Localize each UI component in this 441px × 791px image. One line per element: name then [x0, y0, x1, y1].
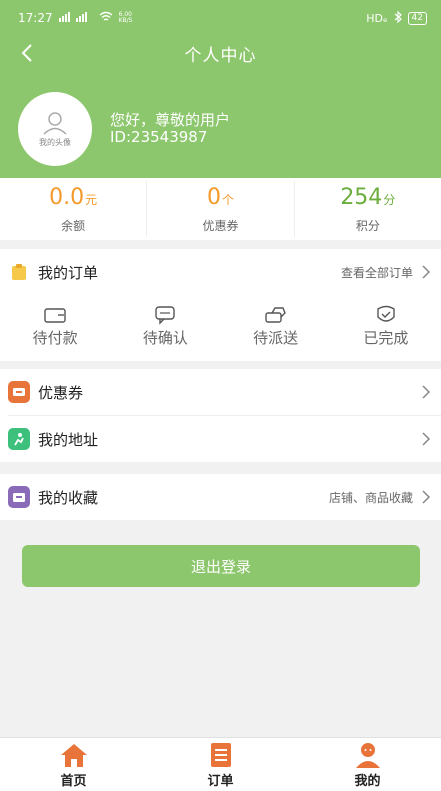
status-pending-delivery[interactable]: 待派送 — [236, 305, 316, 348]
orders-header[interactable]: 我的订单 查看全部订单 — [0, 249, 441, 295]
home-icon — [60, 743, 87, 767]
message-icon — [155, 306, 176, 325]
status-completed[interactable]: 已完成 — [346, 305, 426, 348]
chevron-right-icon — [422, 385, 431, 399]
profile-icon — [355, 742, 380, 768]
view-all-orders-link[interactable]: 查看全部订单 — [341, 264, 413, 281]
signal-icon — [58, 11, 93, 25]
user-icon — [43, 111, 67, 135]
points-value: 254 — [340, 184, 383, 210]
favorites-icon — [8, 486, 30, 508]
chevron-left-icon — [21, 44, 32, 62]
coupon-count: 0 — [206, 184, 221, 210]
status-pending-confirm[interactable]: 待确认 — [125, 305, 205, 348]
tab-orders-label: 订单 — [207, 773, 234, 789]
status-pending-delivery-label: 待派送 — [253, 329, 299, 347]
order-list-icon — [210, 742, 231, 767]
user-profile: 我的头像 您好，尊敬的用户 ID:23543987 — [18, 92, 230, 166]
status-pending-confirm-label: 待确认 — [142, 329, 188, 347]
status-bar: 17:27 6.00 KB/S HDₑ 42 — [0, 0, 441, 36]
bluetooth-icon — [394, 10, 402, 26]
menu-item-address[interactable]: 我的地址 — [0, 416, 441, 462]
completed-icon — [377, 305, 395, 322]
avatar-label: 我的头像 — [39, 137, 71, 147]
greeting-text: 您好，尊敬的用户 — [110, 111, 231, 129]
tab-mine[interactable]: 我的 — [294, 738, 441, 791]
menu-group-favorites: 我的收藏 店铺、商品收藏 — [0, 474, 441, 520]
user-info: 您好，尊敬的用户 ID:23543987 — [110, 112, 230, 146]
user-id: ID:23543987 — [110, 128, 208, 146]
wifi-icon — [99, 11, 113, 25]
chevron-right-icon — [422, 490, 431, 504]
tab-home[interactable]: 首页 — [0, 738, 147, 791]
delivery-icon — [264, 307, 286, 323]
order-status-list: 待付款 待确认 待派送 已完成 — [0, 295, 441, 348]
stat-coupons[interactable]: 0个 优惠券 — [147, 181, 295, 237]
orders-title: 我的订单 — [38, 263, 99, 282]
stat-balance[interactable]: 0.0元 余额 — [0, 181, 148, 237]
favorites-subtitle: 店铺、商品收藏 — [328, 490, 413, 505]
stats-panel: 0.0元 余额 0个 优惠券 254分 积分 — [0, 178, 441, 240]
logout-button[interactable]: 退出登录 — [22, 545, 420, 587]
tab-orders[interactable]: 订单 — [147, 738, 294, 791]
coupon-icon — [8, 381, 30, 403]
chevron-right-icon — [422, 432, 431, 446]
battery-indicator: 42 — [407, 11, 427, 25]
coupon-unit: 个 — [221, 192, 234, 207]
back-button[interactable] — [14, 40, 40, 66]
points-unit: 分 — [383, 192, 396, 207]
status-time: 17:27 — [18, 11, 53, 25]
address-icon — [8, 428, 30, 450]
tab-mine-label: 我的 — [354, 773, 381, 789]
status-pending-payment-label: 待付款 — [32, 329, 78, 347]
bottom-tab-bar: 首页 订单 我的 — [0, 737, 441, 791]
menu-item-coupons-label: 优惠券 — [38, 383, 84, 402]
status-pending-payment[interactable]: 待付款 — [15, 305, 95, 348]
menu-item-address-label: 我的地址 — [38, 430, 99, 449]
navbar: 个人中心 — [0, 36, 441, 70]
chevron-right-icon — [422, 265, 431, 279]
menu-item-favorites-label: 我的收藏 — [38, 488, 99, 507]
page-title: 个人中心 — [184, 45, 257, 66]
profile-header: 17:27 6.00 KB/S HDₑ 42 个人中心 我的头像 您好，尊敬的用… — [0, 0, 441, 178]
stat-points[interactable]: 254分 积分 — [295, 181, 441, 237]
orders-section: 我的订单 查看全部订单 待付款 待确认 待派送 已完成 — [0, 249, 441, 361]
points-label: 积分 — [355, 218, 380, 233]
menu-item-favorites[interactable]: 我的收藏 店铺、商品收藏 — [0, 474, 441, 520]
clipboard-icon — [8, 261, 30, 283]
menu-item-coupons[interactable]: 优惠券 — [0, 369, 441, 415]
balance-unit: 元 — [85, 192, 98, 207]
wallet-icon — [44, 308, 66, 323]
avatar[interactable]: 我的头像 — [18, 92, 92, 166]
balance-value: 0.0 — [49, 184, 85, 210]
status-completed-label: 已完成 — [363, 329, 409, 347]
balance-label: 余额 — [61, 218, 86, 233]
network-type: HDₑ — [366, 11, 388, 25]
coupon-label: 优惠券 — [202, 218, 239, 233]
network-speed: 6.00 KB/S — [118, 11, 133, 24]
menu-group-primary: 优惠券 我的地址 — [0, 369, 441, 462]
tab-home-label: 首页 — [60, 773, 87, 789]
